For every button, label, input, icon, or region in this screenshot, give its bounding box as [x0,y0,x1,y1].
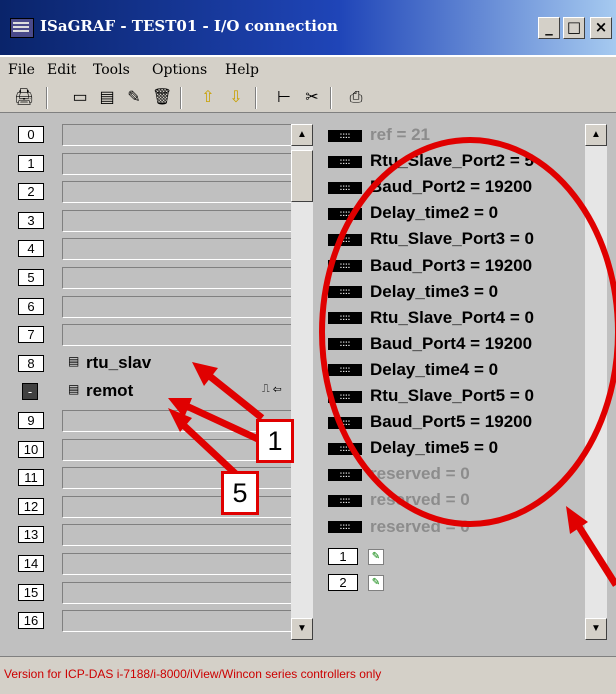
callout-five: 5 [221,471,259,515]
arrow-line [573,520,616,587]
annotation-overlay [168,137,616,587]
callout-one: 1 [256,419,294,463]
arrow-line [199,367,265,421]
highlight-ellipse [319,137,616,527]
